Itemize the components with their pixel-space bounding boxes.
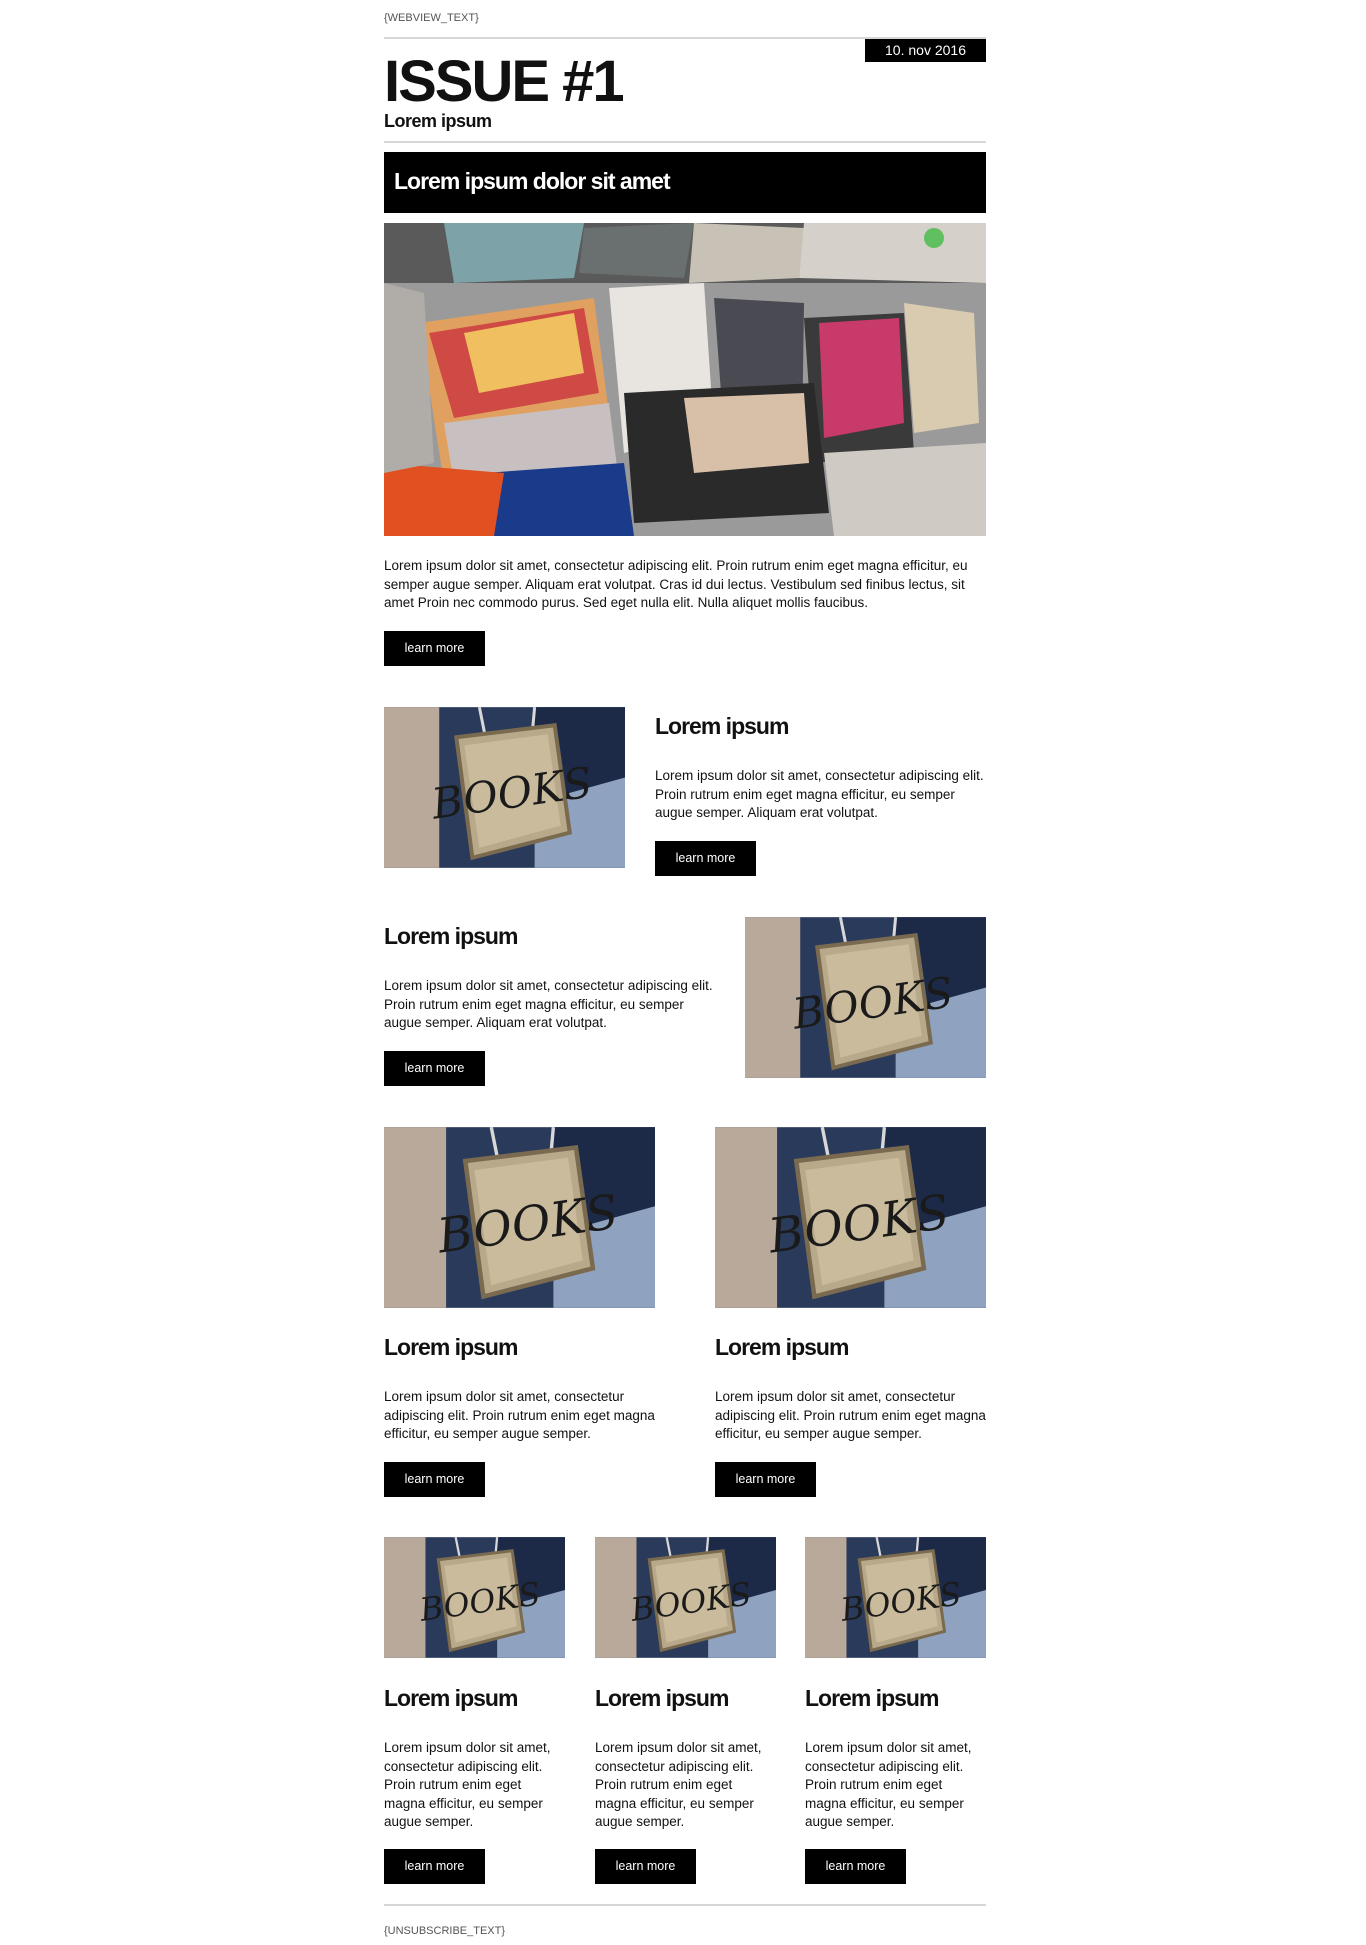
unsubscribe-link[interactable]: {UNSUBSCRIBE_TEXT} — [384, 1925, 505, 1937]
hero-banner-title: Lorem ipsum dolor sit amet — [394, 168, 671, 194]
webview-link[interactable]: {WEBVIEW_TEXT} — [384, 12, 479, 24]
hero-banner: Lorem ipsum dolor sit amet — [384, 152, 986, 213]
feature-right-text: Lorem ipsum dolor sit amet, consectetur … — [384, 978, 713, 1030]
feature-right-learn-more-button[interactable]: learn more — [384, 1051, 485, 1086]
footer-divider — [384, 1904, 986, 1906]
two-col-1-learn-more-button[interactable]: learn more — [384, 1462, 485, 1497]
feature-left-learn-more-button[interactable]: learn more — [655, 841, 756, 876]
books-sign-photo — [384, 1127, 655, 1308]
two-col-1-title: Lorem ipsum — [384, 1334, 518, 1360]
books-sign-photo — [384, 1537, 565, 1658]
hero-text: Lorem ipsum dolor sit amet, consectetur … — [384, 558, 968, 610]
feature-left-title: Lorem ipsum — [655, 713, 789, 739]
three-col-1-learn-more-button[interactable]: learn more — [384, 1849, 485, 1884]
magazines-photo — [384, 223, 986, 536]
books-sign-photo — [805, 1537, 986, 1658]
subtitle-divider — [384, 141, 986, 143]
books-sign-photo — [745, 917, 986, 1078]
books-sign-photo — [595, 1537, 776, 1658]
three-col-1-title: Lorem ipsum — [384, 1685, 518, 1711]
two-col-2-title: Lorem ipsum — [715, 1334, 849, 1360]
feature-left-text: Lorem ipsum dolor sit amet, consectetur … — [655, 768, 984, 820]
three-col-3-learn-more-button[interactable]: learn more — [805, 1849, 906, 1884]
three-col-2-title: Lorem ipsum — [595, 1685, 729, 1711]
three-col-3-title: Lorem ipsum — [805, 1685, 939, 1711]
feature-right-title: Lorem ipsum — [384, 923, 518, 949]
books-sign-photo — [715, 1127, 986, 1308]
hero-learn-more-button[interactable]: learn more — [384, 631, 485, 666]
date-badge: 10. nov 2016 — [865, 39, 986, 62]
issue-title: ISSUE #1 — [384, 49, 625, 114]
two-col-1-text: Lorem ipsum dolor sit amet, consectetur … — [384, 1389, 655, 1441]
three-col-1-text: Lorem ipsum dolor sit amet, consectetur … — [384, 1740, 551, 1829]
three-col-3-text: Lorem ipsum dolor sit amet, consectetur … — [805, 1740, 972, 1829]
three-col-2-learn-more-button[interactable]: learn more — [595, 1849, 696, 1884]
issue-subtitle: Lorem ipsum — [384, 111, 492, 131]
three-col-2-text: Lorem ipsum dolor sit amet, consectetur … — [595, 1740, 762, 1829]
two-col-2-text: Lorem ipsum dolor sit amet, consectetur … — [715, 1389, 986, 1441]
books-sign-photo — [384, 707, 625, 868]
two-col-2-learn-more-button[interactable]: learn more — [715, 1462, 816, 1497]
